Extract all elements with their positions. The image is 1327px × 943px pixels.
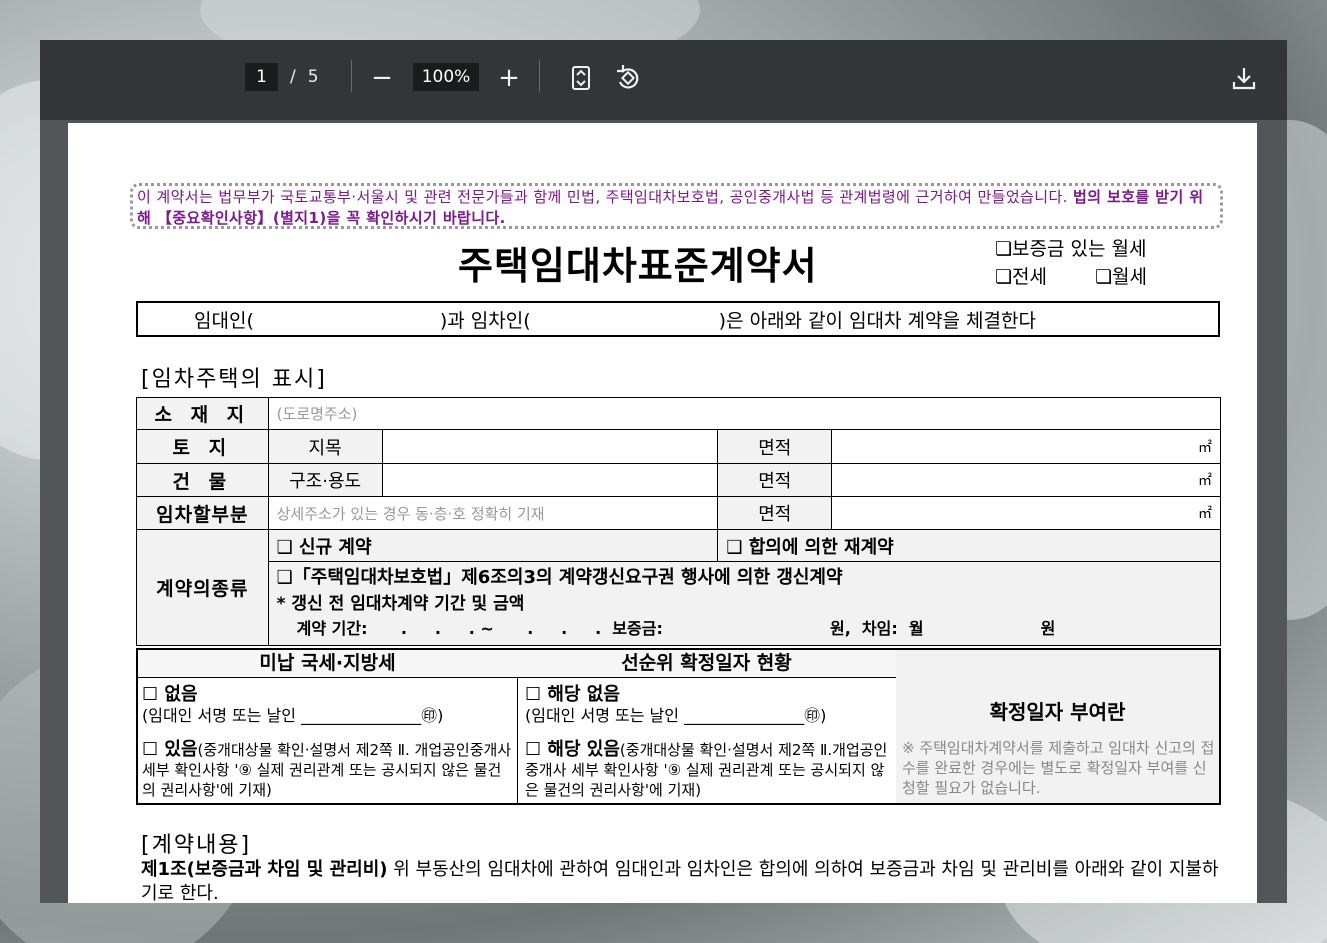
land-category-field[interactable]	[381, 429, 719, 464]
landlord-label: 임대인(	[194, 309, 254, 332]
pdf-toolbar: 1 / 5 − 100% +	[40, 40, 1287, 120]
priority-date-column: 선순위 확정일자 현황 ☐ 해당 없음 (임대인 서명 또는 날인 ______…	[517, 650, 897, 803]
zoom-out-button[interactable]: −	[366, 62, 398, 94]
section-heading-contract: [계약내용]	[141, 833, 252, 858]
structure-field[interactable]	[381, 463, 719, 497]
page-separator: /	[290, 67, 296, 87]
page-number-input[interactable]: 1	[245, 63, 278, 91]
priority-none-checkbox[interactable]: ☐ 해당 없음	[525, 680, 892, 706]
tenant-label: )과 임차인(	[439, 309, 531, 332]
page-total: 5	[307, 67, 319, 87]
option-monthly: ❏월세	[1095, 266, 1147, 288]
rental-area-label: 면적	[717, 496, 833, 530]
land-category-label: 지목	[267, 429, 383, 464]
pdf-page: 이 계약서는 법무부가 국토교통부·서울시 및 관련 전문가들과 함께 민법, …	[68, 123, 1257, 903]
toolbar-divider	[539, 60, 540, 92]
renewal-note: * 갱신 전 임대차계약 기간 및 금액	[276, 594, 525, 614]
unpaid-exists-checkbox[interactable]: ☐ 있음	[142, 739, 198, 760]
notice-text: 이 계약서는 법무부가 국토교통부·서울시 및 관련 전문가들과 함께 민법, …	[137, 188, 1073, 206]
rotate-icon	[617, 65, 639, 89]
fixed-date-column: 확정일자 부여란 ※ 주택임대차계약서를 제출하고 임대차 신고의 접수를 완료…	[896, 650, 1219, 803]
unpaid-tax-header: 미납 국세·지방세	[138, 650, 517, 678]
structure-label: 구조·용도	[267, 463, 383, 497]
renewal-right-option[interactable]: ❑「주택임대차보호법」제6조의3의 계약갱신요구권 행사에 의한 갱신계약	[277, 564, 1212, 591]
building-area-label: 면적	[717, 463, 833, 497]
notice-box: 이 계약서는 법무부가 국토교통부·서울시 및 관련 전문가들과 함께 민법, …	[130, 183, 1223, 229]
fit-page-button[interactable]	[565, 62, 597, 94]
unpaid-none-sign: (임대인 서명 또는 날인 _______________㊞)	[142, 706, 444, 725]
contract-type-options: ❏보증금 있는 월세 ❏전세 ❏월세	[995, 235, 1147, 291]
location-label: 소 재 지	[136, 397, 269, 430]
page-indicator: 1 / 5	[245, 63, 319, 91]
toolbar-divider	[351, 60, 352, 92]
parties-line: 임대인( )과 임차인( )은 아래와 같이 임대차 계약을 체결한다	[136, 301, 1220, 337]
land-area-field[interactable]: ㎡	[831, 429, 1221, 464]
option-jeonse: ❏전세	[995, 266, 1047, 288]
option-deposit-monthly: ❏보증금 있는 월세	[995, 238, 1147, 260]
rotate-button[interactable]	[612, 62, 644, 94]
priority-date-header: 선순위 확정일자 현황	[517, 650, 896, 678]
priority-none-sign: (임대인 서명 또는 날인 _______________㊞)	[525, 706, 827, 725]
renewal-agreement-option[interactable]: ❑ 합의에 의한 재계약	[717, 529, 1221, 562]
previous-period-line: 계약 기간: . . . ~ . . . 보증금: 원, 차임: 월 원	[296, 619, 1056, 638]
pdf-viewer: 1 / 5 − 100% + 이 계약서는 법무부가 국토교통부·서울시 및 관…	[40, 40, 1287, 903]
unpaid-exists-note: (중개대상물 확인·설명서 제2쪽 Ⅱ. 개업공인중개사 세부 확인사항 '⑨ …	[142, 741, 512, 799]
land-area-label: 면적	[717, 429, 833, 464]
fixed-date-title: 확정일자 부여란	[989, 700, 1126, 724]
zoom-level-input[interactable]: 100%	[413, 63, 479, 91]
section-heading-property: [임차주택의 표시]	[141, 367, 327, 392]
unpaid-none-checkbox[interactable]: ☐ 없음	[142, 680, 513, 706]
zoom-in-button[interactable]: +	[493, 62, 525, 94]
priority-exists-checkbox[interactable]: ☐ 해당 있음	[525, 739, 620, 760]
rental-area-field[interactable]: ㎡	[831, 496, 1221, 530]
land-label: 토 지	[136, 429, 269, 464]
parties-tail: )은 아래와 같이 임대차 계약을 체결한다	[718, 309, 1036, 332]
new-contract-option[interactable]: ❑ 신규 계약	[267, 529, 719, 562]
building-area-field[interactable]: ㎡	[831, 463, 1221, 497]
clause-1-heading: 제1조(보증금과 차임 및 관리비)	[141, 859, 388, 880]
contract-kind-label: 계약의종류	[136, 529, 269, 646]
building-label: 건 물	[136, 463, 269, 497]
fixed-date-note: ※ 주택임대차계약서를 제출하고 임대차 신고의 접수를 완료한 경우에는 별도…	[902, 739, 1215, 797]
location-field[interactable]: (도로명주소)	[267, 397, 1222, 430]
tax-and-priority-table: 미납 국세·지방세 ☐ 없음 (임대인 서명 또는 날인 ___________…	[136, 648, 1221, 805]
property-table: 소 재 지 (도로명주소) 토 지 지목 면적 ㎡ 건 물 구조·용도 면적 ㎡…	[136, 397, 1222, 646]
rental-part-field[interactable]: 상세주소가 있는 경우 동·층·호 정확히 기재	[267, 496, 719, 530]
download-icon	[1232, 68, 1256, 90]
fit-page-icon	[572, 66, 590, 90]
unpaid-tax-column: 미납 국세·지방세 ☐ 없음 (임대인 서명 또는 날인 ___________…	[138, 650, 518, 803]
download-button[interactable]	[1228, 62, 1260, 94]
clause-1: 제1조(보증금과 차임 및 관리비) 위 부동산의 임대차에 관하여 임대인과 …	[141, 858, 1221, 903]
document-title: 주택임대차표준계약서	[458, 244, 818, 288]
rental-part-label: 임차할부분	[136, 496, 269, 530]
